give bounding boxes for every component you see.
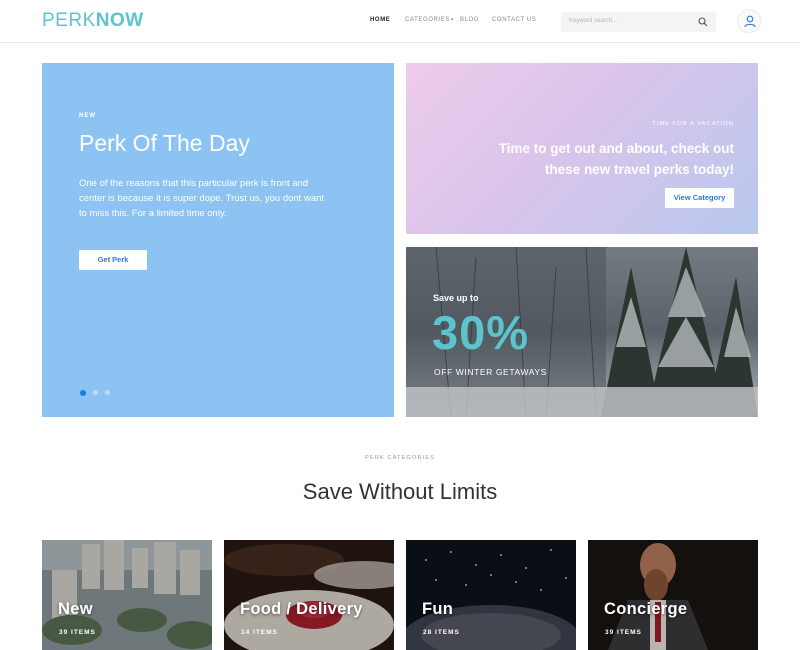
slider-dot-3[interactable] [105,390,110,395]
vacation-tag: TIME FOR A VACATION [652,121,734,127]
category-card-food[interactable]: Food / Delivery 14 ITEMS [224,540,394,650]
category-count: 28 ITEMS [423,629,460,636]
winter-promo[interactable]: Save up to 30% OFF WINTER GETAWAYS [406,247,758,417]
search-icon[interactable] [698,17,708,27]
category-card-concierge[interactable]: Concierge 39 ITEMS [588,540,758,650]
nav-contact[interactable]: CONTACT US [492,17,536,23]
vacation-title: Time to get out and about, check out the… [498,141,734,177]
slider-dot-2[interactable] [93,390,98,395]
logo[interactable]: PERKNOW [42,10,144,32]
category-name: New [58,600,93,618]
logo-part-2: NOW [95,10,144,31]
winter-subtitle: OFF WINTER GETAWAYS [434,367,547,377]
category-count: 39 ITEMS [59,629,96,636]
hero-tag: NEW [79,113,96,119]
search-input[interactable]: Keyword search... [561,12,716,32]
hero-title: Perk Of The Day [79,130,250,156]
winter-discount: 30% [432,306,530,359]
site-header: PERKNOW HOME CATEGORIES▾ BLOG CONTACT US… [0,0,800,43]
chevron-down-icon: ▾ [450,17,455,23]
user-icon [744,15,756,28]
section-tag: PERK CATEGORIES [365,455,435,461]
category-count: 39 ITEMS [605,629,642,636]
hero-slider: NEW Perk Of The Day One of the reasons t… [42,63,394,417]
view-category-button[interactable]: View Category [665,188,734,208]
nav-blog[interactable]: BLOG [460,17,479,23]
category-card-fun[interactable]: Fun 28 ITEMS [406,540,576,650]
slider-dot-1[interactable] [80,389,86,396]
category-name: Concierge [604,600,688,618]
nav-home[interactable]: HOME [370,17,390,23]
search-placeholder: Keyword search... [569,18,618,24]
logo-part-1: PERK [42,10,96,31]
user-account-button[interactable] [737,9,761,33]
winter-small-text: Save up to [433,293,479,303]
nav-categories-label: CATEGORIES [405,17,450,23]
category-count: 14 ITEMS [241,629,278,636]
vacation-promo: TIME FOR A VACATION Time to get out and … [406,63,758,234]
category-name: Food / Delivery [240,600,363,618]
category-card-new[interactable]: New 39 ITEMS [42,540,212,650]
nav-categories[interactable]: CATEGORIES▾ [405,17,454,23]
get-perk-button[interactable]: Get Perk [79,250,147,270]
hero-description: One of the reasons that this particular … [79,178,325,219]
category-name: Fun [422,600,454,618]
section-title: Save Without Limits [302,479,498,504]
